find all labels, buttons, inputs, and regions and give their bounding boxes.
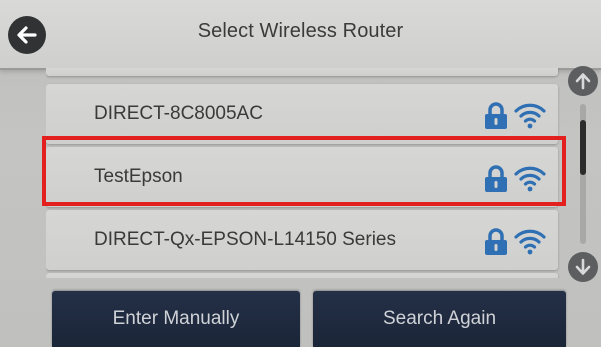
router-ssid: DIRECT-8C8005AC [94,103,263,124]
enter-manually-button[interactable]: Enter Manually [52,291,300,347]
wifi-signal-icon [514,166,546,192]
arrow-down-icon [575,258,591,275]
router-item[interactable]: DIRECT-Qx-EPSON-L14150 Series [46,210,558,270]
page-title: Select Wireless Router [197,20,404,42]
scrollbar-thumb[interactable] [580,120,586,175]
lock-icon [485,228,507,255]
wifi-signal-icon [514,229,546,255]
lock-icon [485,102,507,129]
lock-icon [485,165,507,192]
scrollbar-track[interactable] [580,104,586,244]
list-item-partial [46,68,558,76]
wifi-signal-icon [514,103,546,129]
router-ssid: DIRECT-Qx-EPSON-L14150 Series [94,229,396,250]
router-item[interactable]: DIRECT-8C8005AC [46,84,558,144]
router-item-selected[interactable]: TestEpson [46,147,558,207]
router-ssid: TestEpson [94,166,183,187]
printer-screen: Select Wireless Router DIRECT-8C8005AC T… [0,0,601,347]
search-again-button[interactable]: Search Again [313,291,566,347]
list-item-partial [46,273,558,278]
router-list[interactable]: DIRECT-8C8005AC TestEpson DIRECT-Qx-EPSO… [46,68,566,278]
scroll-down-button[interactable] [568,252,598,282]
scroll-up-button[interactable] [568,66,598,96]
arrow-up-icon [575,73,591,90]
header-bar: Select Wireless Router [0,0,601,70]
